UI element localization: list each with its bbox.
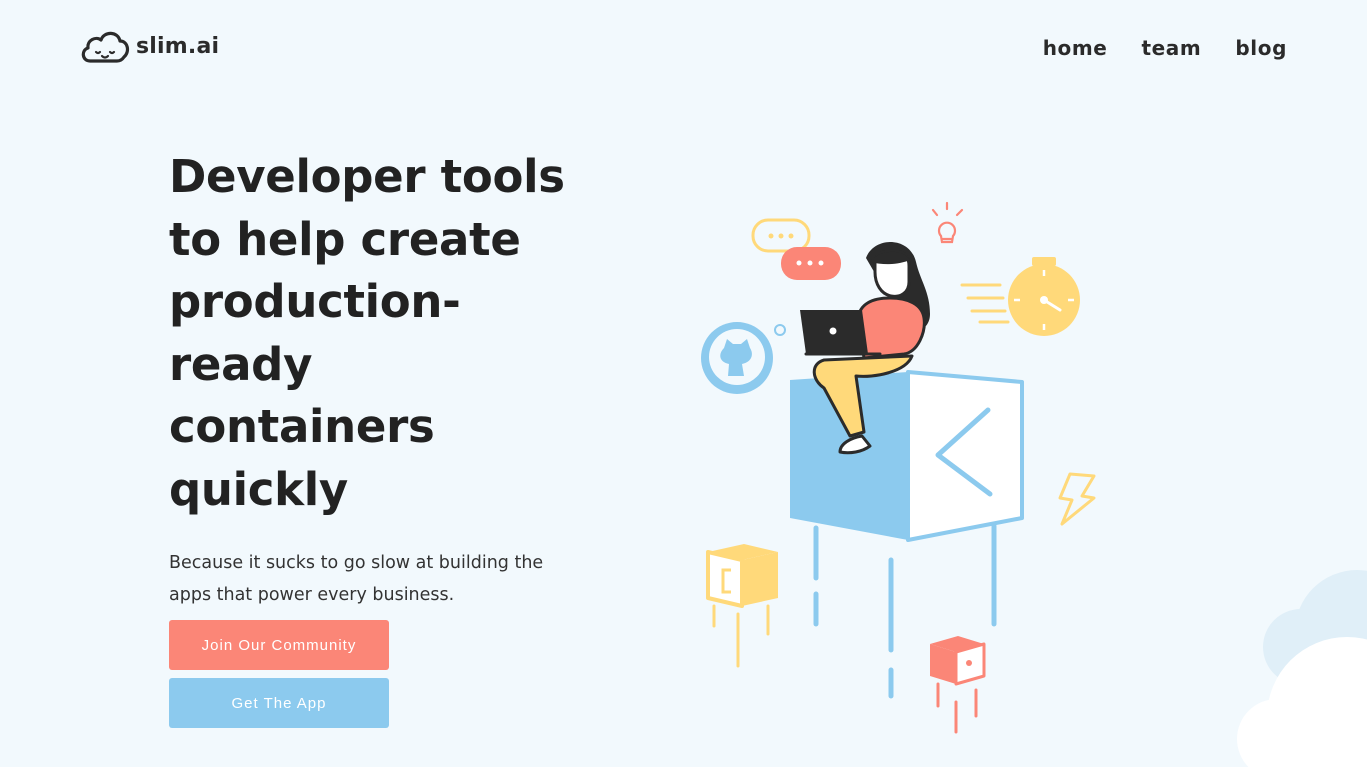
- cloud-logo-icon: [81, 31, 130, 63]
- nav-team-link[interactable]: team: [1141, 36, 1201, 60]
- lightning-icon: [1058, 472, 1096, 526]
- get-app-button[interactable]: Get The App: [169, 678, 389, 728]
- container-cube: [790, 370, 1024, 699]
- small-coral-container: [930, 636, 986, 734]
- lightbulb-icon: [931, 201, 964, 244]
- chat-bubble-icon: [751, 218, 841, 280]
- stopwatch-icon: [960, 257, 1080, 336]
- cloud-decoration: [1237, 570, 1367, 767]
- hero-section: Developer tools to help create productio…: [169, 146, 589, 611]
- small-yellow-container: [706, 544, 778, 668]
- nav-home-link[interactable]: home: [1043, 36, 1108, 60]
- join-community-button[interactable]: Join Our Community: [169, 620, 389, 670]
- logo-text: slim.ai: [136, 33, 220, 59]
- hero-title: Developer tools to help create productio…: [169, 150, 565, 516]
- github-icon: [701, 322, 786, 394]
- main-nav: home team blog: [1043, 36, 1287, 60]
- hero-subtitle: Because it sucks to go slow at building …: [169, 553, 544, 605]
- hero-illustration: [701, 201, 1096, 734]
- nav-blog-link[interactable]: blog: [1235, 36, 1287, 60]
- brand-logo[interactable]: slim.ai: [80, 28, 219, 64]
